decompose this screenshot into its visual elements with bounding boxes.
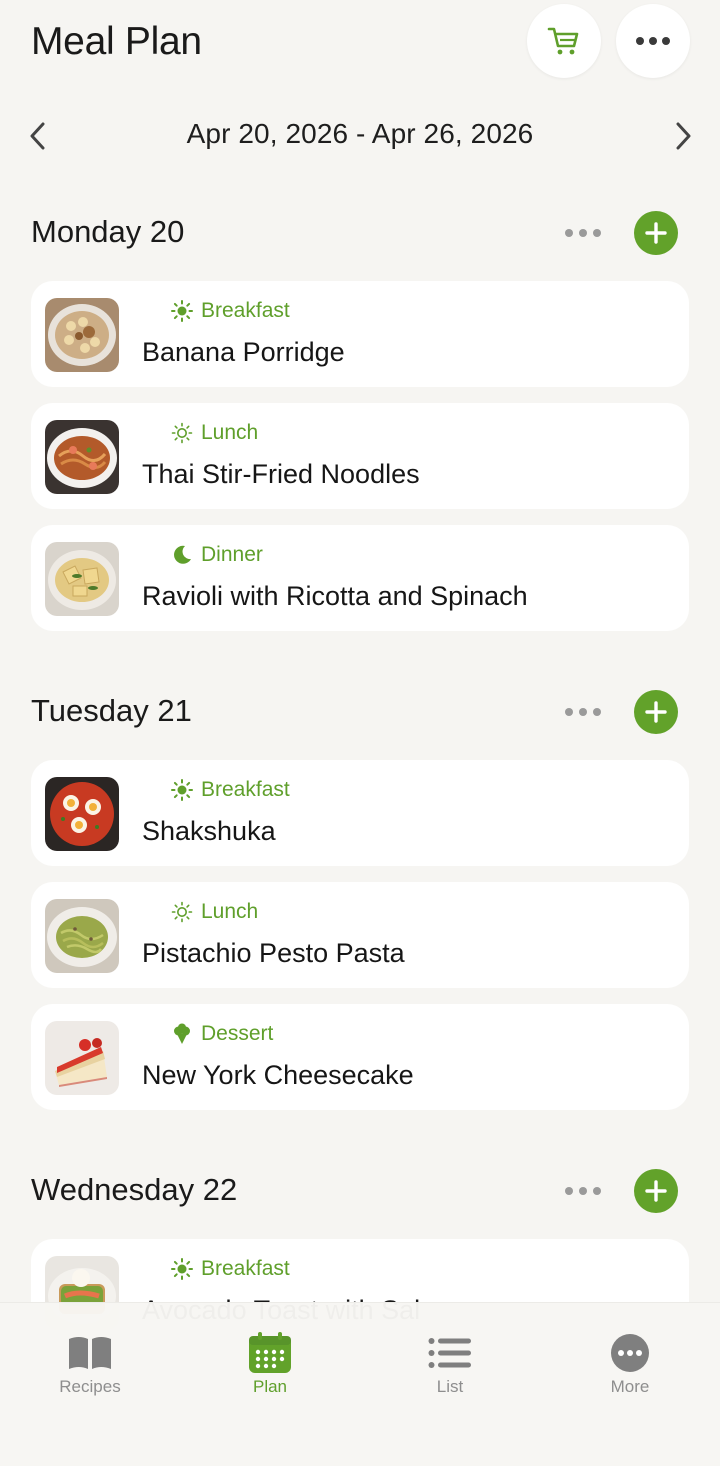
day-title: Wednesday 22 xyxy=(31,1172,238,1207)
chevron-right-icon xyxy=(676,122,691,150)
meal-type: Lunch xyxy=(171,421,258,445)
meal-type: Breakfast xyxy=(171,299,290,323)
tab-plan[interactable]: Plan xyxy=(210,1331,330,1397)
ellipsis-icon xyxy=(565,229,601,237)
list-icon xyxy=(428,1338,471,1368)
meal-thumbnail xyxy=(45,420,119,494)
add-meal-button[interactable] xyxy=(634,690,678,734)
meal-name: Banana Porridge xyxy=(142,337,345,367)
tab-recipes[interactable]: Recipes xyxy=(30,1331,150,1397)
plus-icon xyxy=(645,1180,667,1202)
meal-name: New York Cheesecake xyxy=(142,1060,414,1090)
meal-card[interactable]: Lunch Pistachio Pesto Pasta xyxy=(31,882,689,988)
date-range: Apr 20, 2026 - Apr 26, 2026 xyxy=(186,118,534,149)
tab-label: More xyxy=(610,1377,650,1396)
ellipsis-icon xyxy=(565,1187,601,1195)
meal-card[interactable]: Breakfast Shakshuka xyxy=(31,760,689,866)
book-icon xyxy=(69,1337,111,1369)
meal-type-label: Dinner xyxy=(201,543,263,566)
plus-icon xyxy=(645,701,667,723)
tab-label: List xyxy=(436,1377,464,1396)
add-meal-button[interactable] xyxy=(634,211,678,255)
tab-label: Recipes xyxy=(59,1377,121,1396)
meal-card[interactable]: Lunch Thai Stir-Fried Noodles xyxy=(31,403,689,509)
ellipsis-icon xyxy=(636,37,670,45)
meal-card[interactable]: Dinner Ravioli with Ricotta and Spinach xyxy=(31,525,689,631)
more-circle-icon xyxy=(611,1334,649,1372)
tab-bar: Recipes Plan List More xyxy=(0,1302,720,1466)
day-title: Monday 20 xyxy=(31,214,185,249)
meal-card[interactable]: Dessert New York Cheesecake xyxy=(31,1004,689,1110)
cart-icon xyxy=(547,27,579,55)
sun-icon xyxy=(171,779,193,801)
tab-label: Plan xyxy=(252,1377,288,1396)
meal-type: Lunch xyxy=(171,900,258,924)
header-more-button[interactable] xyxy=(616,4,690,78)
meal-thumbnail xyxy=(45,777,119,851)
header: Meal Plan Apr 20, 2026 - Apr 26, 2026 xyxy=(0,0,720,190)
meal-thumbnail xyxy=(45,298,119,372)
page-title: Meal Plan xyxy=(31,20,202,63)
meal-type-label: Lunch xyxy=(201,900,259,923)
sun-icon xyxy=(171,300,193,322)
meal-type: Breakfast xyxy=(171,1257,290,1281)
sun-outline-icon xyxy=(171,901,193,923)
meal-name: Ravioli with Ricotta and Spinach xyxy=(142,581,528,611)
meal-type: Breakfast xyxy=(171,778,290,802)
moon-icon xyxy=(171,544,193,566)
meal-type-label: Lunch xyxy=(201,421,259,444)
meal-type-label: Breakfast xyxy=(201,778,290,801)
calendar-icon xyxy=(249,1332,291,1373)
sun-outline-icon xyxy=(171,422,193,444)
tab-list[interactable]: List xyxy=(390,1331,510,1397)
ellipsis-icon xyxy=(565,708,601,716)
meal-name: Thai Stir-Fried Noodles xyxy=(142,459,420,489)
meal-thumbnail xyxy=(45,542,119,616)
meal-thumbnail xyxy=(45,1021,119,1095)
meal-name: Pistachio Pesto Pasta xyxy=(142,938,405,968)
meal-type: Dessert xyxy=(171,1022,273,1046)
next-week-button[interactable] xyxy=(665,118,701,154)
meal-type: Dinner xyxy=(171,543,263,567)
day-title: Tuesday 21 xyxy=(31,693,192,728)
meal-card[interactable]: Breakfast Banana Porridge xyxy=(31,281,689,387)
add-meal-button[interactable] xyxy=(634,1169,678,1213)
day-more-button[interactable] xyxy=(560,697,606,727)
shopping-cart-button[interactable] xyxy=(527,4,601,78)
sun-icon xyxy=(171,1258,193,1280)
day-more-button[interactable] xyxy=(560,1176,606,1206)
plus-icon xyxy=(645,222,667,244)
meal-thumbnail xyxy=(45,899,119,973)
day-more-button[interactable] xyxy=(560,218,606,248)
ice-cream-icon xyxy=(171,1023,193,1045)
tab-more[interactable]: More xyxy=(570,1331,690,1397)
meal-type-label: Breakfast xyxy=(201,299,290,322)
meal-name: Shakshuka xyxy=(142,816,276,846)
meal-type-label: Dessert xyxy=(201,1022,274,1045)
meal-type-label: Breakfast xyxy=(201,1257,290,1280)
